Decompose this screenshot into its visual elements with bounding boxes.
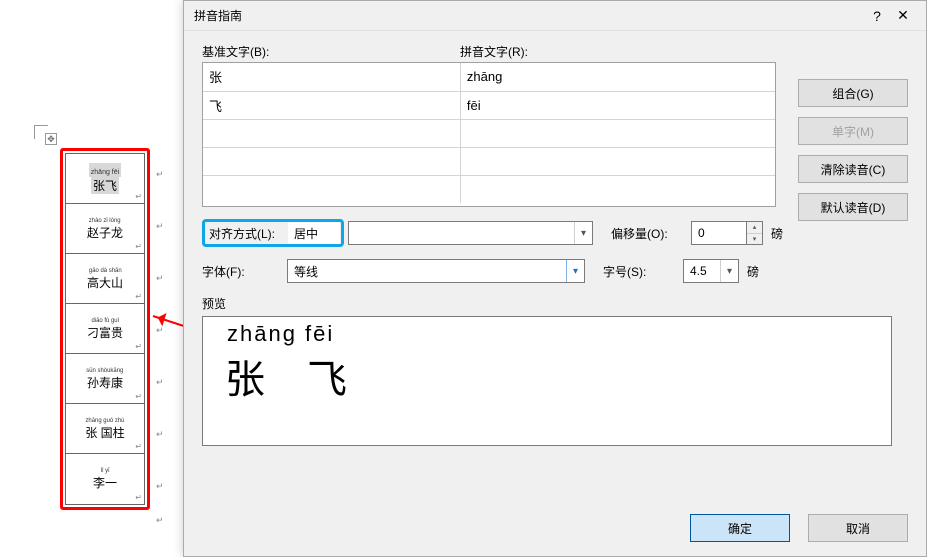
titlebar: 拼音指南 ? ✕: [184, 1, 926, 31]
para-mark: ↵: [135, 342, 142, 351]
text-grid[interactable]: 张 zhāng 飞 fēi: [202, 62, 776, 207]
base-text: 刁富贵: [87, 324, 123, 341]
table-move-handle[interactable]: ✥: [45, 133, 57, 145]
base-cell[interactable]: [203, 119, 460, 147]
para-mark: ↵: [156, 169, 164, 180]
close-button[interactable]: ✕: [890, 3, 916, 29]
chevron-down-icon: ▾: [574, 222, 592, 244]
base-cell[interactable]: [203, 175, 460, 203]
base-text: 张飞: [93, 179, 117, 193]
offset-input[interactable]: 0: [691, 221, 747, 245]
offset-label: 偏移量(O):: [611, 225, 691, 242]
word-document-area: ✥ zhāng fēi 张飞 ↵ zhào zǐ lóng 赵子龙 ↵ gāo d…: [0, 5, 183, 557]
ruby-cell[interactable]: fēi: [460, 91, 775, 119]
para-mark: ↵: [156, 481, 164, 492]
preview-pinyin: zhāng fēi: [223, 321, 871, 347]
table-row[interactable]: gāo dà shān 高大山 ↵: [66, 254, 144, 304]
ok-button[interactable]: 确定: [690, 514, 790, 542]
font-label: 字体(F):: [202, 263, 287, 280]
para-mark: ↵: [156, 515, 164, 526]
para-mark: ↵: [135, 392, 142, 401]
ruby-text: zhāng guó zhù: [85, 417, 124, 423]
chevron-down-icon: ▾: [566, 260, 584, 282]
para-mark: ↵: [135, 242, 142, 251]
ruby-cell[interactable]: [460, 147, 775, 175]
base-cell[interactable]: 张: [203, 63, 460, 91]
annotated-sample-table: zhāng fēi 张飞 ↵ zhào zǐ lóng 赵子龙 ↵ gāo dà …: [60, 148, 150, 510]
table-row[interactable]: zhāng fēi 张飞 ↵: [66, 154, 144, 204]
base-text: 孙寿康: [87, 374, 123, 391]
alignment-value: 居中: [288, 225, 340, 242]
default-reading-button[interactable]: 默认读音(D): [798, 193, 908, 221]
ruby-text: zhào zǐ lóng: [89, 217, 121, 223]
para-mark: ↵: [135, 493, 142, 502]
table-row[interactable]: diāo fù guì 刁富贵 ↵: [66, 304, 144, 354]
size-combo[interactable]: 4.5 ▾: [683, 259, 739, 283]
spin-down-icon[interactable]: ▾: [747, 234, 762, 245]
font-value: 等线: [288, 263, 566, 280]
ruby-text: lǐ yī: [101, 468, 110, 474]
chevron-down-icon: ▾: [720, 260, 738, 282]
size-label: 字号(S):: [603, 263, 683, 280]
ruby-text: zhāng fēi: [91, 169, 119, 176]
preview-label: 预览: [202, 295, 908, 312]
base-text: 李一: [93, 474, 117, 491]
help-button[interactable]: ?: [864, 3, 890, 29]
table-row[interactable]: lǐ yī 李一 ↵: [66, 454, 144, 504]
ruby-text-label: 拼音文字(R):: [460, 41, 528, 62]
para-mark: ↵: [156, 429, 164, 440]
base-text: 高大山: [87, 274, 123, 291]
clear-reading-button[interactable]: 清除读音(C): [798, 155, 908, 183]
cancel-button[interactable]: 取消: [808, 514, 908, 542]
ruby-cell[interactable]: [460, 119, 775, 147]
ruby-cell[interactable]: [460, 175, 775, 203]
preview-pane: zhāng fēi 张 飞: [202, 316, 892, 446]
para-mark: ↵: [135, 292, 142, 301]
base-cell[interactable]: 飞: [203, 91, 460, 119]
table-row[interactable]: zhào zǐ lóng 赵子龙 ↵: [66, 204, 144, 254]
base-text: 张 国柱: [85, 424, 124, 441]
ruby-cell[interactable]: zhāng: [460, 63, 775, 91]
table-row[interactable]: sūn shòukāng 孙寿康 ↵: [66, 354, 144, 404]
para-mark: ↵: [156, 377, 164, 388]
base-text-label: 基准文字(B):: [202, 41, 460, 62]
ruby-text: gāo dà shān: [89, 267, 122, 273]
base-cell[interactable]: [203, 147, 460, 175]
ruby-text: diāo fù guì: [91, 317, 119, 323]
spin-up-icon[interactable]: ▴: [747, 222, 762, 234]
offset-spinner[interactable]: ▴ ▾: [747, 221, 763, 245]
offset-unit: 磅: [771, 225, 783, 242]
phonetic-guide-dialog: 拼音指南 ? ✕ 基准文字(B): 拼音文字(R): 张 zhāng 飞 fēi…: [183, 0, 927, 557]
table-row[interactable]: zhāng guó zhù 张 国柱 ↵: [66, 404, 144, 454]
size-value: 4.5: [684, 264, 720, 278]
alignment-combo[interactable]: ▾: [348, 221, 593, 245]
alignment-label: 对齐方式(L):: [205, 225, 288, 242]
base-text: 赵子龙: [87, 224, 123, 241]
para-mark: ↵: [135, 192, 142, 201]
combine-button[interactable]: 组合(G): [798, 79, 908, 107]
font-combo[interactable]: 等线 ▾: [287, 259, 585, 283]
preview-chars: 张 飞: [223, 347, 871, 405]
single-button: 单字(M): [798, 117, 908, 145]
para-mark: ↵: [135, 442, 142, 451]
offset-value: 0: [692, 226, 746, 240]
para-mark: ↵: [156, 221, 164, 232]
para-mark: ↵: [156, 325, 164, 336]
ruby-text: sūn shòukāng: [86, 367, 123, 373]
dialog-title: 拼音指南: [194, 7, 864, 24]
para-mark: ↵: [156, 273, 164, 284]
size-unit: 磅: [747, 263, 759, 280]
